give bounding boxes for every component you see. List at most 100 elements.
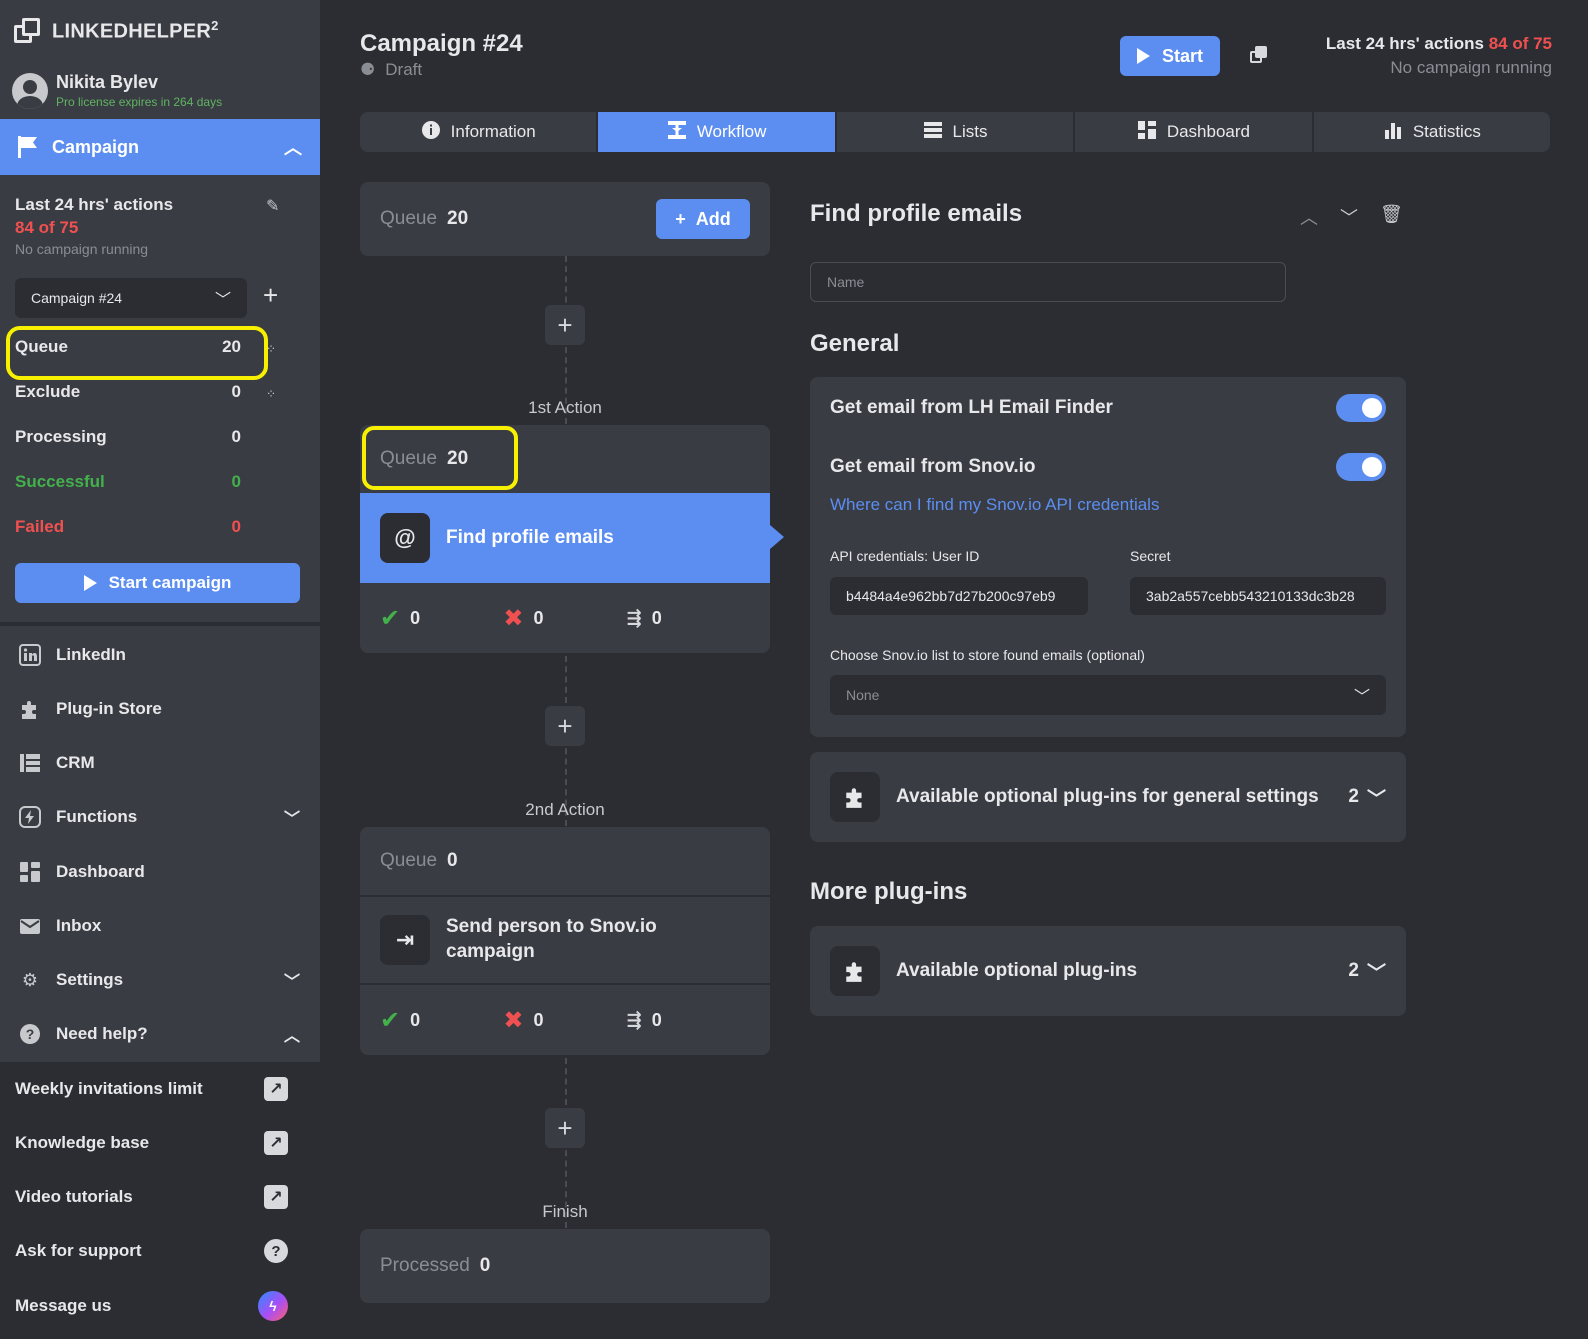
exclude-options-icon[interactable]: ⁘ <box>266 387 276 401</box>
sidebar-item-need-help[interactable]: ? Need help? ︿ <box>18 1022 300 1046</box>
draft-icon: ⚈ <box>360 60 376 79</box>
puzzle-icon <box>830 946 880 996</box>
setting-label: Get email from Snov.io <box>830 456 1036 477</box>
help-item-weekly-invitations[interactable]: Weekly invitations limit ↗ <box>15 1077 288 1101</box>
snovio-credentials-link[interactable]: Where can I find my Snov.io API credenti… <box>830 495 1159 515</box>
plugins-label: Available optional plug-ins <box>896 960 1138 981</box>
stat-label: Failed <box>15 517 65 536</box>
help-item-message-us[interactable]: Message us ϟ <box>15 1291 288 1321</box>
sidebar-stat-successful[interactable]: Successful 0 <box>15 472 241 492</box>
sidebar-item-linkedin[interactable]: LinkedIn <box>18 643 300 667</box>
help-item-video-tutorials[interactable]: Video tutorials ↗ <box>15 1185 288 1209</box>
copy-icon[interactable] <box>1250 46 1268 64</box>
add-button[interactable]: + Add <box>656 199 750 239</box>
snovio-toggle[interactable] <box>1336 453 1386 481</box>
bolt-icon <box>18 805 42 829</box>
bar-chart-icon <box>1383 120 1403 145</box>
edit-pencil-icon[interactable]: ✎ <box>266 196 279 216</box>
cross-icon: ✖ <box>503 1006 524 1034</box>
actions-title: Last 24 hrs' actions <box>1325 34 1484 53</box>
puzzle-icon <box>830 772 880 822</box>
processed-label: Processed <box>380 1255 470 1276</box>
external-link-icon: ↗ <box>264 1185 288 1209</box>
external-link-icon: ↗ <box>264 1077 288 1101</box>
secret-field[interactable]: 3ab2a557cebb543210133dc3b28 <box>1130 577 1386 615</box>
help-item-label: Video tutorials <box>15 1187 133 1206</box>
insert-action-button[interactable]: + <box>545 706 585 746</box>
user-send-icon: ⇥ <box>380 915 430 965</box>
count-value: 0 <box>533 1009 544 1030</box>
actions-status: No campaign running <box>15 241 149 257</box>
sidebar-divider <box>0 622 320 626</box>
action-find-profile-emails[interactable]: @ Find profile emails <box>360 493 770 583</box>
sidebar-item-inbox[interactable]: Inbox <box>18 914 300 938</box>
sidebar-item-dashboard[interactable]: Dashboard <box>18 860 300 884</box>
trash-icon[interactable]: 🗑 <box>1380 204 1403 230</box>
queue-label: Queue <box>380 208 438 229</box>
sidebar-stat-failed[interactable]: Failed 0 <box>15 517 241 537</box>
step-label: 1st Action <box>528 398 602 417</box>
help-item-label: Knowledge base <box>15 1133 150 1152</box>
skipped-count[interactable]: ⇶ 0 <box>627 1010 750 1031</box>
skipped-count[interactable]: ⇶ 0 <box>627 608 750 629</box>
general-settings-box: Get email from LH Email Finder Get email… <box>810 377 1406 737</box>
sidebar-item-label: LinkedIn <box>56 645 126 664</box>
tab-lists[interactable]: Lists <box>836 112 1074 152</box>
success-count[interactable]: ✔ 0 <box>380 1006 503 1035</box>
add-campaign-button[interactable]: + <box>263 282 278 308</box>
insert-action-button[interactable]: + <box>545 305 585 345</box>
failed-count[interactable]: ✖ 0 <box>503 1006 626 1035</box>
queue-label: Queue <box>380 850 438 871</box>
more-plugins-box[interactable]: Available optional plug-ins 2 ﹀ <box>810 926 1406 1016</box>
stat-value: 0 <box>231 382 241 401</box>
sidebar-item-plugin-store[interactable]: Plug-in Store <box>18 697 300 721</box>
sidebar: LINKEDHELPER2 Nikita Bylev Pro license e… <box>0 0 320 1339</box>
sidebar-stat-exclude[interactable]: Exclude 0 <box>15 382 241 402</box>
tab-statistics[interactable]: Statistics <box>1313 112 1551 152</box>
queue-count: 0 <box>447 850 458 871</box>
success-count[interactable]: ✔ 0 <box>380 604 503 633</box>
start-campaign-button[interactable]: Start campaign <box>15 563 300 603</box>
general-plugins-box[interactable]: Available optional plug-ins for general … <box>810 752 1406 842</box>
snovio-list-select[interactable]: None ﹀ <box>830 675 1386 715</box>
license-info: Pro license expires in 264 days <box>56 95 223 109</box>
processed-card: Processed 0 <box>360 1229 770 1303</box>
start-button[interactable]: Start <box>1120 36 1220 76</box>
failed-count[interactable]: ✖ 0 <box>503 604 626 633</box>
flag-icon <box>18 136 38 158</box>
count-value: 0 <box>651 1009 662 1030</box>
move-down-icon[interactable]: ﹀ <box>1340 204 1358 230</box>
check-icon: ✔ <box>380 1006 401 1034</box>
at-sign-icon: @ <box>380 513 430 563</box>
campaign-section-header[interactable]: Campaign ︿ <box>0 119 320 175</box>
name-input[interactable]: Name <box>810 262 1286 302</box>
insert-action-button[interactable]: + <box>545 1108 585 1148</box>
setting-lh-email-finder: Get email from LH Email Finder <box>830 394 1386 422</box>
action-send-to-snovio[interactable]: ⇥ Send person to Snov.io campaign <box>360 895 770 985</box>
sidebar-item-label: Inbox <box>56 916 102 935</box>
tab-dashboard[interactable]: Dashboard <box>1075 112 1312 152</box>
campaign-select[interactable]: Campaign #24 ﹀ <box>15 278 247 318</box>
userid-field[interactable]: b4484a4e962bb7d27b200c97eb9 <box>830 577 1088 615</box>
lh-email-finder-toggle[interactable] <box>1336 394 1386 422</box>
section-more-plugins: More plug-ins <box>810 878 968 905</box>
sidebar-item-crm[interactable]: CRM <box>18 751 300 775</box>
sidebar-item-functions[interactable]: Functions ﹀ <box>18 805 300 829</box>
move-up-icon[interactable]: ︿ <box>1300 204 1318 230</box>
count-value: 0 <box>651 607 662 628</box>
help-item-ask-support[interactable]: Ask for support ? <box>15 1239 288 1263</box>
tab-information[interactable]: Information <box>360 112 597 152</box>
queue-count: 20 <box>447 208 469 229</box>
help-item-knowledge-base[interactable]: Knowledge base ↗ <box>15 1131 288 1155</box>
section-general: General <box>810 330 900 357</box>
setting-label: Get email from LH Email Finder <box>830 397 1113 418</box>
sidebar-stat-processing[interactable]: Processing 0 <box>15 427 241 447</box>
tab-workflow[interactable]: Workflow <box>598 112 835 152</box>
sidebar-item-settings[interactable]: ⚙ Settings ﹀ <box>18 968 300 992</box>
stat-value: 0 <box>231 517 241 536</box>
cross-icon: ✖ <box>503 604 524 632</box>
setting-snovio: Get email from Snov.io <box>830 453 1386 481</box>
sidebar-item-label: CRM <box>56 753 95 772</box>
user-profile[interactable]: Nikita Bylev Pro license expires in 264 … <box>12 72 222 109</box>
userid-label: API credentials: User ID <box>830 548 980 564</box>
